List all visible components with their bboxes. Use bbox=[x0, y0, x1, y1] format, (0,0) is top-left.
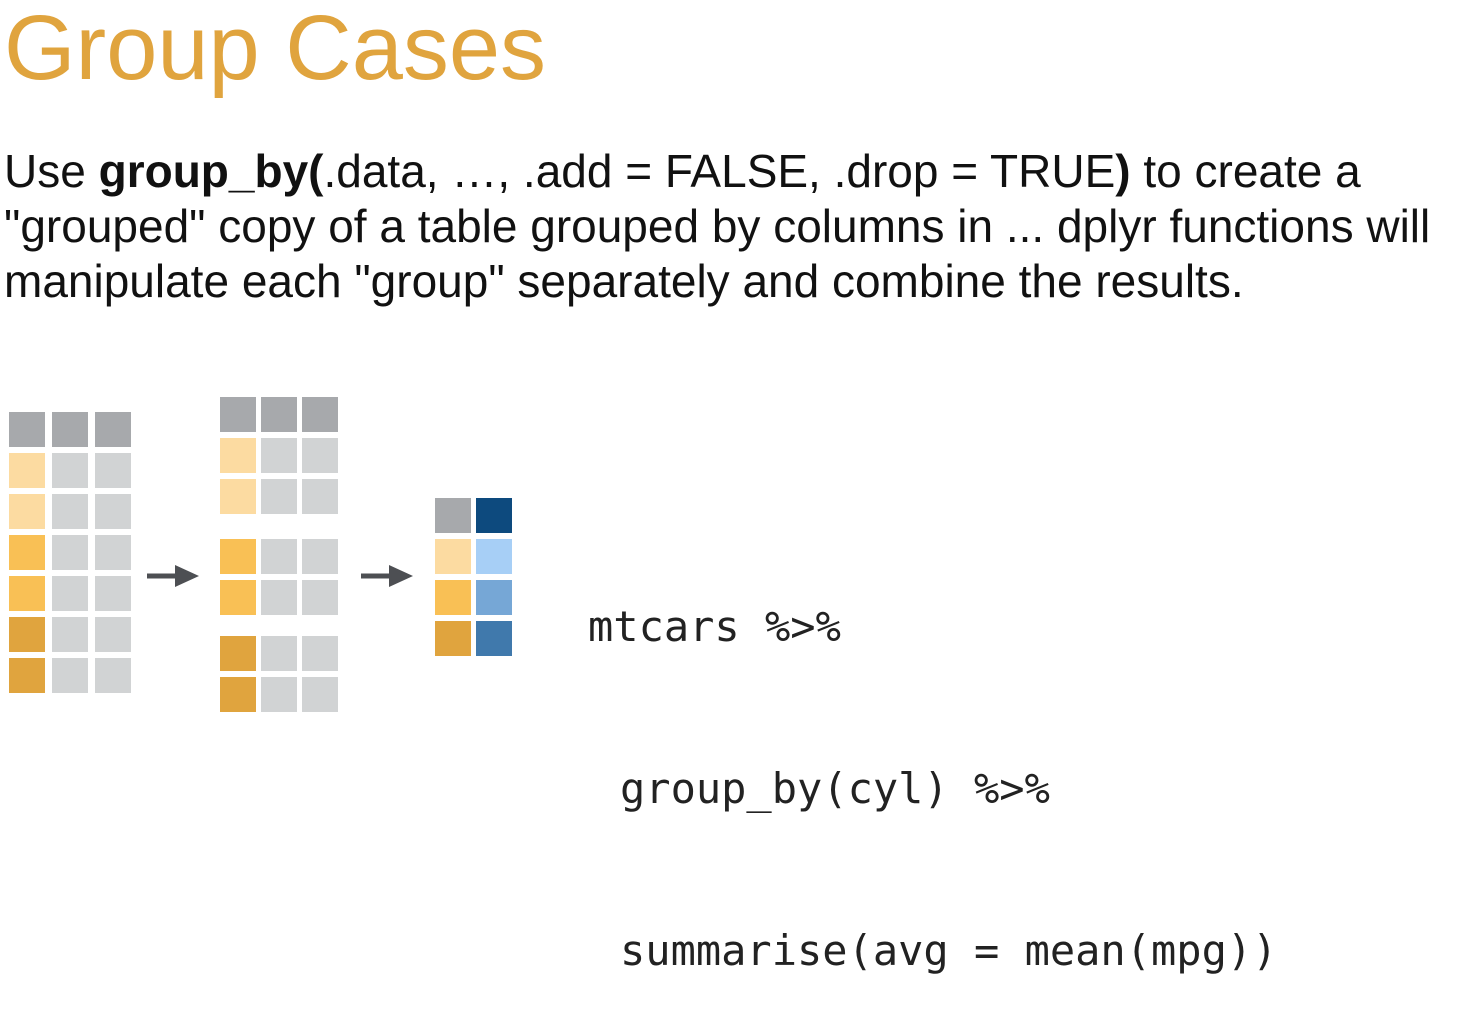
desc-args: .data, …, .add = FALSE, .drop = TRUE bbox=[323, 145, 1116, 197]
table-cell bbox=[302, 580, 338, 615]
group-cell-dark bbox=[9, 617, 45, 652]
table-header-cell bbox=[52, 412, 88, 447]
table-cell bbox=[261, 677, 297, 712]
table-header-cell bbox=[95, 412, 131, 447]
group-cell-dark bbox=[220, 636, 256, 671]
table-cell bbox=[261, 438, 297, 473]
group-cell-mid bbox=[220, 580, 256, 615]
table-cell bbox=[52, 658, 88, 693]
table-cell bbox=[302, 479, 338, 514]
table-cell bbox=[302, 539, 338, 574]
code-line: summarise(avg = mean(mpg)) bbox=[620, 926, 1278, 975]
table-header-cell bbox=[220, 397, 256, 432]
right-arrow-icon bbox=[147, 565, 199, 587]
group-cell-light bbox=[435, 539, 471, 574]
group-cell-light bbox=[9, 494, 45, 529]
table-cell bbox=[52, 535, 88, 570]
table-cell bbox=[52, 617, 88, 652]
group-cell-light bbox=[220, 479, 256, 514]
group-cell-mid bbox=[9, 576, 45, 611]
table-cell bbox=[302, 438, 338, 473]
desc-intro: Use bbox=[4, 145, 99, 197]
table-cell bbox=[261, 580, 297, 615]
table-cell bbox=[95, 535, 131, 570]
table-cell bbox=[261, 479, 297, 514]
table-cell bbox=[302, 677, 338, 712]
summary-value-cell bbox=[476, 580, 512, 615]
right-arrow-icon bbox=[361, 565, 413, 587]
group-cell-light bbox=[220, 438, 256, 473]
desc-fn-name: group_by( bbox=[98, 145, 324, 197]
table-cell bbox=[95, 617, 131, 652]
code-line: group_by(cyl) %>% bbox=[620, 764, 1050, 813]
summary-value-cell bbox=[476, 621, 512, 656]
table-header-cell bbox=[435, 498, 471, 533]
code-line: mtcars %>% bbox=[588, 602, 841, 651]
table-cell bbox=[52, 576, 88, 611]
group-cell-dark bbox=[220, 677, 256, 712]
table-header-cell bbox=[9, 412, 45, 447]
table-header-cell bbox=[261, 397, 297, 432]
table-cell bbox=[95, 658, 131, 693]
summary-header-cell bbox=[476, 498, 512, 533]
code-example: mtcars %>% group_by(cyl) %>% summarise(a… bbox=[588, 492, 1277, 1032]
table-cell bbox=[95, 453, 131, 488]
desc-close-paren: ) bbox=[1115, 145, 1131, 197]
group-cell-light bbox=[9, 453, 45, 488]
page-title: Group Cases bbox=[4, 0, 547, 99]
group-cell-mid bbox=[220, 539, 256, 574]
table-cell bbox=[95, 494, 131, 529]
table-cell bbox=[261, 539, 297, 574]
group-cell-mid bbox=[435, 580, 471, 615]
summary-value-cell bbox=[476, 539, 512, 574]
description: Use group_by(.data, …, .add = FALSE, .dr… bbox=[4, 144, 1464, 309]
group-cell-dark bbox=[435, 621, 471, 656]
table-cell bbox=[52, 453, 88, 488]
table-cell bbox=[95, 576, 131, 611]
table-cell bbox=[52, 494, 88, 529]
table-header-cell bbox=[302, 397, 338, 432]
table-cell bbox=[302, 636, 338, 671]
table-cell bbox=[261, 636, 297, 671]
group-cell-dark bbox=[9, 658, 45, 693]
group-cell-mid bbox=[9, 535, 45, 570]
